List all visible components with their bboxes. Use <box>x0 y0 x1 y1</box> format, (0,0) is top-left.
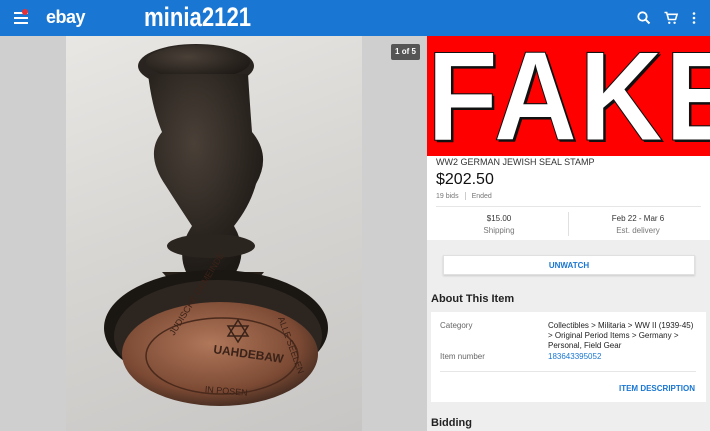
about-heading: About This Item <box>431 293 515 305</box>
shipping-value: $15.00 <box>486 214 512 223</box>
delivery-stat: Feb 22 - Mar 6 Est. delivery <box>568 214 708 235</box>
divider <box>436 206 701 207</box>
shipping-label: Shipping <box>483 226 515 235</box>
category-label: Category <box>440 321 473 330</box>
fake-overlay-text: FAKE <box>427 24 710 168</box>
listing-status: Ended <box>471 192 492 200</box>
bidding-heading: Bidding <box>431 417 472 429</box>
image-gallery[interactable]: UAHDEBAW JUDISCHE GEMEINDE ALLE SEELEN I… <box>0 36 427 431</box>
image-counter: 1 of 5 <box>391 44 420 60</box>
item-description-link[interactable]: ITEM DESCRIPTION <box>619 384 695 393</box>
item-price: $202.50 <box>436 171 494 188</box>
unwatch-button[interactable]: UNWATCH <box>443 255 695 275</box>
ebay-logo[interactable]: ebay <box>46 7 86 28</box>
notification-dot <box>22 9 28 15</box>
divider <box>464 192 466 200</box>
bids-status-row: 19 bids Ended <box>436 192 492 200</box>
fake-overlay-banner: FAKE <box>427 29 710 163</box>
shipping-stat: $15.00 Shipping <box>429 214 569 235</box>
seller-name-overlay: minia2121 <box>144 2 252 32</box>
divider <box>440 371 696 372</box>
item-photo[interactable]: UAHDEBAW JUDISCHE GEMEINDE ALLE SEELEN I… <box>66 36 362 431</box>
category-value[interactable]: Collectibles > Militaria > WW II (1939-4… <box>548 321 698 351</box>
delivery-value: Feb 22 - Mar 6 <box>611 214 665 223</box>
seal-stamp-image: UAHDEBAW JUDISCHE GEMEINDE ALLE SEELEN I… <box>104 44 328 406</box>
item-number-value[interactable]: 183643395052 <box>548 352 698 362</box>
delivery-label: Est. delivery <box>616 226 660 235</box>
item-number-label: Item number <box>440 352 485 361</box>
bid-count[interactable]: 19 bids <box>436 193 459 200</box>
